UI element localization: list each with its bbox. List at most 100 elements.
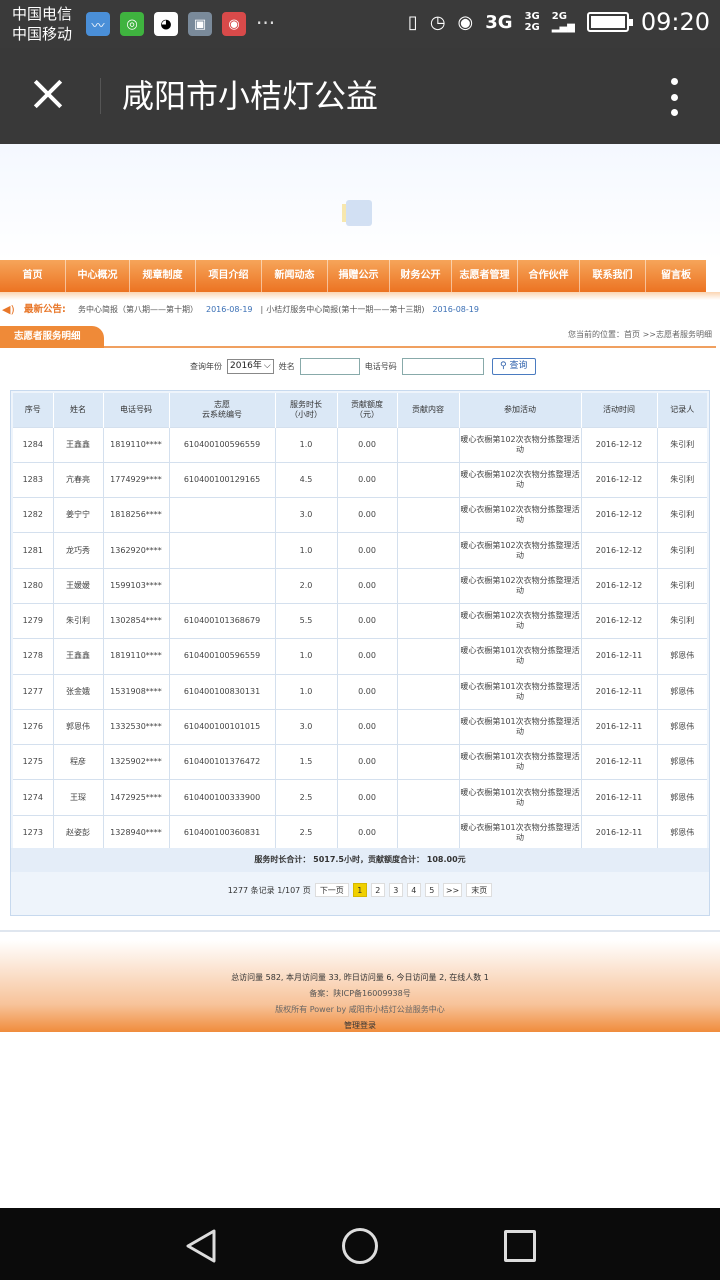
nav-item-news[interactable]: 新闻动态: [262, 260, 328, 292]
table-cell: 赵姿彭: [53, 814, 104, 851]
home-icon[interactable]: [342, 1228, 378, 1264]
nav-item-finance[interactable]: 财务公开: [390, 260, 452, 292]
site-footer: 总访问量 582, 本月访问量 33, 昨日访问量 6, 今日访问量 2, 在线…: [0, 940, 720, 1032]
table-cell: 2016-12-12: [581, 497, 658, 533]
table-cell: 2016-12-11: [581, 814, 658, 851]
recent-apps-icon[interactable]: [504, 1230, 536, 1262]
search-button[interactable]: ⚲ 查询: [491, 357, 536, 375]
table-row: 1278 王鑫鑫 1819110**** 610400100596559 1.0 0.00…: [13, 638, 707, 675]
table-cell: 610400100596559: [169, 426, 276, 463]
table-cell: 1362920****: [103, 532, 170, 569]
table-cell: 亢春亮: [53, 461, 104, 498]
table-row: 1279 朱引利 1302854**** 610400101368679 5.5 0.00…: [13, 602, 707, 639]
section-title: 志愿者服务明细: [0, 326, 104, 348]
table-cell: 1.0: [275, 638, 338, 675]
column-header: 电话号码: [103, 393, 170, 427]
table-row: 1282 姜宁宁 1818256**** 3.0 0.00 暖心衣橱第102次衣物分拣整理…: [13, 497, 707, 533]
carrier-1: 中国电信: [12, 5, 73, 23]
name-input[interactable]: [299, 357, 360, 375]
table-cell: [169, 567, 276, 604]
table-cell: 2016-12-11: [581, 638, 658, 675]
table-cell: 0.00: [337, 426, 398, 463]
query-form: 查询年份 2016年 ⌵ 姓名 电话号码 ⚲ 查询: [190, 357, 536, 375]
table-cell: 暖心衣橱第102次衣物分拣整理活动: [459, 497, 582, 533]
last-page-button[interactable]: 末页: [466, 883, 493, 897]
more-notifications-icon: ···: [256, 11, 276, 35]
notice-link-2[interactable]: 小桔灯服务中心简报(第十一期——第十三期): [266, 305, 424, 314]
table-cell: 0.00: [337, 638, 398, 675]
table-cell: 1.0: [275, 426, 338, 463]
main-nav: 首页 中心概况 规章制度 项目介绍 新闻动态 捐赠公示 财务公开 志愿者管理 合…: [0, 260, 706, 292]
phone-input[interactable]: [401, 357, 484, 375]
column-header: 序号: [13, 393, 54, 427]
table-cell: 3.0: [275, 497, 338, 533]
icp-record[interactable]: 备案：陕ICP备16009938号: [0, 988, 720, 999]
table-cell: [397, 461, 460, 498]
page-2-button[interactable]: 2: [370, 883, 385, 897]
page-1-button[interactable]: 1: [352, 883, 367, 897]
system-nav-bar: [0, 1208, 720, 1280]
nav-item-guestbook[interactable]: 留言板: [646, 260, 706, 292]
page-4-button[interactable]: 4: [406, 883, 421, 897]
volunteer-table: 序号 姓名 电话号码 志愿 云系统编号 服务时长 （小时） 贡献额度 （元） 贡献内容 参加活…: [13, 393, 707, 851]
table-cell: [397, 814, 460, 851]
eye-comfort-icon: ◉: [457, 11, 474, 33]
page-5-button[interactable]: 5: [424, 883, 439, 897]
table-cell: 郭恩伟: [657, 744, 707, 780]
year-label: 查询年份: [190, 361, 222, 371]
table-cell: 2.0: [275, 567, 338, 604]
table-cell: 暖心衣橱第102次衣物分拣整理活动: [459, 567, 582, 604]
nav-item-projects[interactable]: 项目介绍: [196, 260, 262, 292]
close-icon[interactable]: [28, 74, 68, 114]
notification-icons: 〰 ◎ ◕ ▣ ◉ ···: [86, 12, 275, 36]
nav-item-home[interactable]: 首页: [0, 260, 66, 292]
table-cell: 610400100596559: [169, 638, 276, 675]
table-cell: 郭恩伟: [53, 708, 104, 745]
nav-item-contact[interactable]: 联系我们: [580, 260, 646, 292]
notice-date-1: 2016-08-19: [206, 305, 253, 314]
table-cell: 2016-12-11: [581, 779, 658, 816]
notice-marquee: 务中心简报（第八期——第十期） 2016-08-19 | 小桔灯服务中心简报(第十一期…: [78, 305, 479, 314]
table-cell: 610400100333900: [169, 779, 276, 816]
table-cell: 暖心衣橱第101次衣物分拣整理活动: [459, 638, 582, 675]
wechat-icon: ◎: [120, 12, 144, 36]
health-app-icon: 〰: [86, 12, 110, 36]
table-cell: 1.0: [275, 673, 338, 710]
table-row: 1277 张金娥 1531908**** 610400100830131 1.0 0.00…: [13, 673, 707, 710]
table-cell: 2016-12-12: [581, 426, 658, 463]
nav-item-overview[interactable]: 中心概况: [66, 260, 130, 292]
table-cell: 2016-12-12: [581, 567, 658, 604]
table-cell: [397, 744, 460, 780]
chevron-down-icon: ⌵: [263, 360, 271, 371]
admin-login-link[interactable]: 管理登录: [0, 1020, 720, 1031]
notice-link-1[interactable]: 务中心简报（第八期——第十期）: [78, 305, 198, 314]
system-indicators: ▯ ◷ ◉ 3G 3G 2G 2G ▂▄▆ 09:20: [408, 8, 710, 36]
table-row: 1281 龙巧秀 1362920**** 1.0 0.00 暖心衣橱第102次衣物分拣整理…: [13, 532, 707, 569]
table-cell: 4.5: [275, 461, 338, 498]
volunteer-table-panel: 序号 姓名 电话号码 志愿 云系统编号 服务时长 （小时） 贡献额度 （元） 贡献内容 参加活…: [10, 390, 710, 916]
nav-item-rules[interactable]: 规章制度: [130, 260, 196, 292]
next-page-button[interactable]: 下一页: [314, 883, 349, 897]
pager-summary: 1277 条记录 1/107 页: [227, 885, 311, 895]
column-header: 活动时间: [581, 393, 658, 427]
more-pages-button[interactable]: >>: [442, 883, 463, 897]
table-row: 1274 王琛 1472925**** 610400100333900 2.5 0.00 暖…: [13, 779, 707, 816]
column-header: 志愿 云系统编号: [169, 393, 276, 427]
more-menu-icon[interactable]: [670, 78, 678, 116]
table-cell: 1280: [13, 567, 54, 604]
year-select[interactable]: 2016年 ⌵: [227, 358, 274, 374]
nav-item-partners[interactable]: 合作伙伴: [518, 260, 580, 292]
table-row: 1276 郭恩伟 1332530**** 610400100101015 3.0 0.00…: [13, 708, 707, 745]
phone-label: 电话号码: [364, 361, 397, 371]
table-cell: 张金娥: [53, 673, 104, 710]
alarm-icon: ◷: [429, 11, 446, 33]
back-icon[interactable]: [184, 1228, 218, 1264]
nav-item-volunteers[interactable]: 志愿者管理: [452, 260, 518, 292]
clock: 09:20: [640, 8, 710, 36]
table-cell: 暖心衣橱第101次衣物分拣整理活动: [459, 814, 582, 851]
table-cell: 郭恩伟: [657, 708, 707, 745]
table-cell: 王琛: [53, 779, 104, 816]
table-row: 1275 程彦 1325902**** 610400101376472 1.5 0.00 暖…: [13, 744, 707, 780]
page-3-button[interactable]: 3: [388, 883, 403, 897]
nav-item-donations[interactable]: 捐赠公示: [328, 260, 390, 292]
